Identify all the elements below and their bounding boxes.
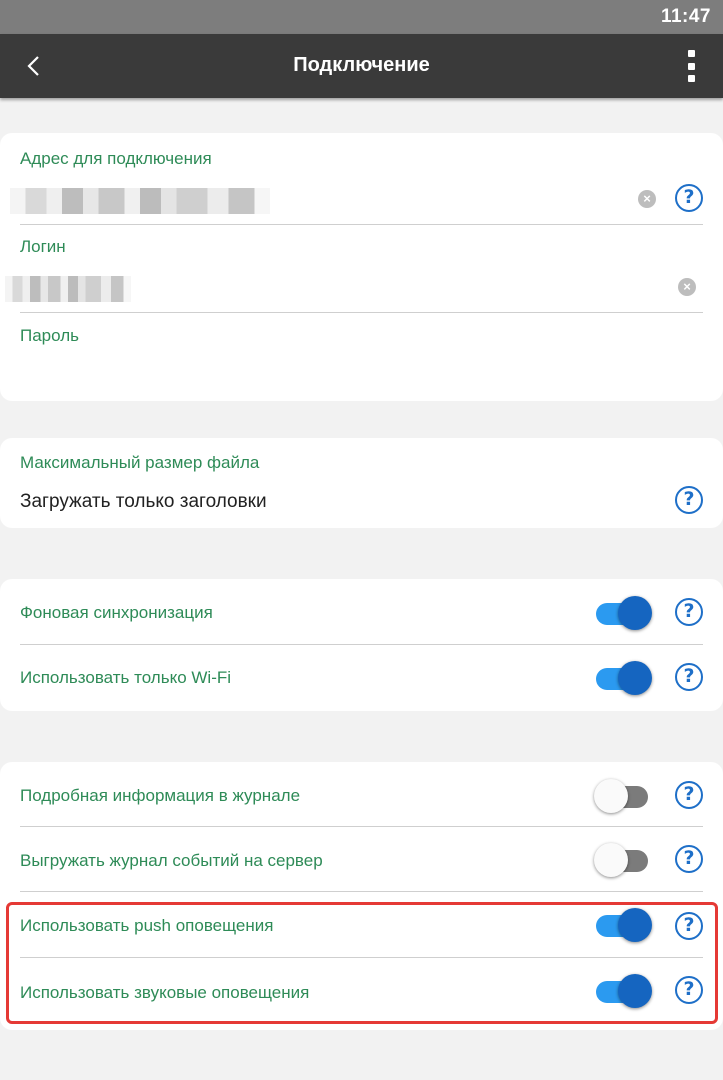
- login-clear-icon[interactable]: ×: [678, 278, 696, 296]
- app-bar: Подключение: [0, 34, 723, 98]
- background-sync-label: Фоновая синхронизация: [20, 603, 213, 622]
- verbose-log-toggle[interactable]: [594, 778, 656, 814]
- page-title: Подключение: [293, 54, 430, 76]
- login-label: Логин: [20, 237, 66, 256]
- file-size-card[interactable]: Максимальный размер файла Загружать толь…: [0, 438, 723, 528]
- login-input[interactable]: [5, 276, 131, 302]
- address-help-icon[interactable]: ?: [675, 184, 703, 212]
- file-size-value: Загружать только заголовки: [20, 491, 267, 512]
- address-label: Адрес для подключения: [20, 149, 212, 168]
- divider: [20, 891, 703, 892]
- more-menu-button[interactable]: [681, 48, 701, 84]
- status-time: 11:47: [660, 6, 711, 27]
- wifi-only-help-icon[interactable]: ?: [675, 663, 703, 691]
- upload-log-label: Выгружать журнал событий на сервер: [20, 851, 323, 870]
- background-sync-help-icon[interactable]: ?: [675, 598, 703, 626]
- connection-card: Адрес для подключения × ? Логин × Пароль: [0, 133, 723, 401]
- highlight-frame: [6, 902, 718, 1024]
- sync-card: Фоновая синхронизация ? Использовать тол…: [0, 579, 723, 711]
- address-clear-icon[interactable]: ×: [638, 190, 656, 208]
- wifi-only-label: Использовать только Wi-Fi: [20, 668, 232, 687]
- wifi-only-toggle[interactable]: [594, 660, 656, 696]
- password-input[interactable]: [20, 355, 660, 389]
- divider: [20, 224, 703, 225]
- background-sync-toggle[interactable]: [594, 595, 656, 631]
- verbose-log-help-icon[interactable]: ?: [675, 781, 703, 809]
- address-input[interactable]: [10, 188, 270, 214]
- divider: [20, 312, 703, 313]
- file-size-label: Максимальный размер файла: [20, 453, 260, 472]
- divider: [20, 644, 703, 645]
- upload-log-toggle[interactable]: [594, 842, 656, 878]
- password-label: Пароль: [20, 326, 79, 345]
- file-size-help-icon[interactable]: ?: [675, 486, 703, 514]
- upload-log-help-icon[interactable]: ?: [675, 845, 703, 873]
- more-vertical-icon: [687, 50, 695, 57]
- status-bar: 11:47: [0, 0, 723, 34]
- verbose-log-label: Подробная информация в журнале: [20, 786, 301, 805]
- divider: [20, 826, 703, 827]
